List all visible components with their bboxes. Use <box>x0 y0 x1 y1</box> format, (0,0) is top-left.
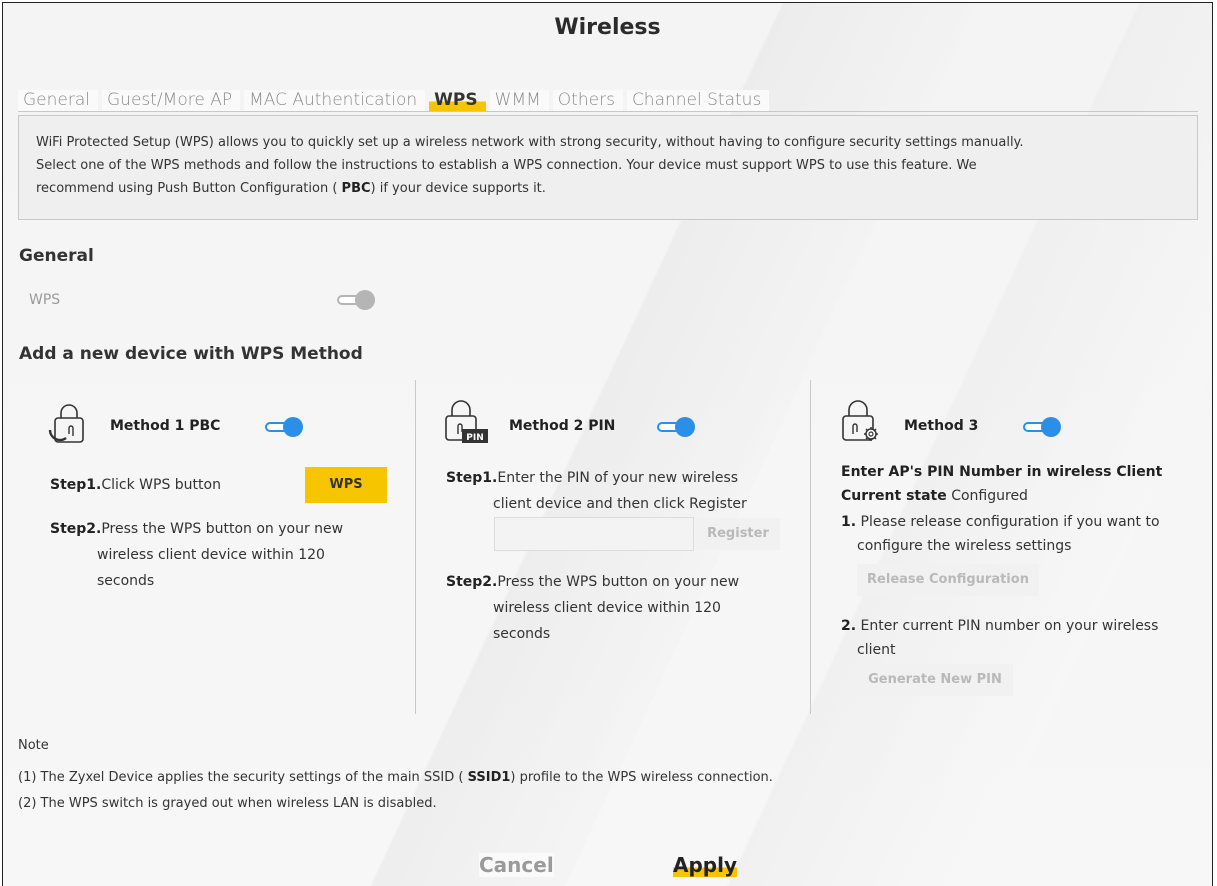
register-button[interactable]: Register <box>696 518 780 550</box>
lock-gear-icon <box>839 400 879 441</box>
method1-step2-label: Step2. <box>50 521 102 537</box>
method1-step2-line1: Press the WPS button on your new <box>101 521 344 537</box>
add-device-heading: Add a new device with WPS Method <box>19 344 363 364</box>
generate-new-pin-button[interactable]: Generate New PIN <box>857 664 1013 696</box>
method2-step1-line2: client device and then click Register <box>493 496 747 512</box>
item2-number: 2. <box>841 618 857 634</box>
description-line-3: recommend using Push Button Configuratio… <box>36 177 1181 200</box>
method3-toggle[interactable] <box>1023 417 1061 437</box>
tab-channel-status[interactable]: Channel Status <box>626 90 770 111</box>
note-2: (2) The WPS switch is grayed out when wi… <box>18 796 437 811</box>
note-1-end: ) profile to the WPS wireless connection… <box>510 770 773 785</box>
method1-toggle[interactable] <box>265 417 303 437</box>
method2-toggle-knob <box>675 417 695 437</box>
pbc-abbreviation: PBC <box>341 181 371 196</box>
lock-push-icon <box>47 404 87 444</box>
lock-pin-icon: PIN <box>444 400 488 443</box>
general-heading: General <box>19 246 94 266</box>
method1-step1-text: Click WPS button <box>101 477 221 493</box>
note-title: Note <box>18 738 49 753</box>
method1-title: Method 1 PBC <box>110 418 221 434</box>
pin-input[interactable] <box>494 517 694 551</box>
method1-step2-line2: wireless client device within 120 <box>97 547 325 563</box>
method2-step1: Step1.Enter the PIN of your new wireless… <box>446 465 796 517</box>
tab-guest-more-ap[interactable]: Guest/More AP <box>102 90 241 111</box>
description-line-3-end: ) if your device supports it. <box>370 181 546 196</box>
method2-step2-line1: Press the WPS button on your new <box>497 574 740 590</box>
note-1-text: (1) The Zyxel Device applies the securit… <box>18 770 464 785</box>
release-configuration-button[interactable]: Release Configuration <box>857 564 1039 596</box>
tab-mac-authentication[interactable]: MAC Authentication <box>244 90 426 111</box>
method3-content: Enter AP's PIN Number in wireless Client… <box>841 460 1201 558</box>
method3-toggle-knob <box>1041 417 1061 437</box>
method-divider-2 <box>810 380 811 714</box>
note-1: (1) The Zyxel Device applies the securit… <box>18 770 773 785</box>
method3-title: Method 3 <box>904 418 979 434</box>
current-state-label: Current state <box>841 488 947 504</box>
tab-wps[interactable]: WPS <box>429 90 486 111</box>
method1-step1-label: Step1. <box>50 477 102 493</box>
method1-step2-line3: seconds <box>97 573 155 589</box>
method3-heading: Enter AP's PIN Number in wireless Client <box>841 464 1163 480</box>
cancel-label: Cancel <box>479 853 554 877</box>
item1-line2: configure the wireless settings <box>857 538 1072 554</box>
method3-item2: 2. Enter current PIN number on your wire… <box>841 614 1201 662</box>
wps-description-box: WiFi Protected Setup (WPS) allows you to… <box>18 115 1198 220</box>
apply-label: Apply <box>673 853 738 877</box>
wps-button[interactable]: WPS <box>305 467 387 503</box>
tab-wmm[interactable]: WMM <box>489 90 549 111</box>
wireless-page: Wireless General Guest/More AP MAC Authe… <box>2 2 1213 886</box>
page-title: Wireless <box>554 15 661 40</box>
description-line-2: Select one of the WPS methods and follow… <box>36 158 977 173</box>
method2-step2-line2: wireless client device within 120 <box>493 600 721 616</box>
method2-step2-label: Step2. <box>446 574 498 590</box>
ssid1-label: SSID1 <box>467 770 511 785</box>
tab-general[interactable]: General <box>18 90 98 111</box>
method1-step2: Step2.Press the WPS button on your new w… <box>50 516 380 594</box>
item1-number: 1. <box>841 514 857 530</box>
pin-badge-text: PIN <box>466 433 483 443</box>
method2-title: Method 2 PIN <box>509 418 616 434</box>
method2-step1-label: Step1. <box>446 470 498 486</box>
method2-step2-line3: seconds <box>493 626 551 642</box>
description-line-3-text: recommend using Push Button Configuratio… <box>36 181 338 196</box>
method1-toggle-knob <box>283 417 303 437</box>
apply-button[interactable]: Apply <box>673 853 738 877</box>
current-state-value: Configured <box>951 488 1028 504</box>
method2-toggle[interactable] <box>657 417 695 437</box>
method-divider-1 <box>415 380 416 714</box>
tab-others[interactable]: Others <box>552 90 623 111</box>
description-line-1: WiFi Protected Setup (WPS) allows you to… <box>36 135 1024 150</box>
item2-line2: client <box>857 642 896 658</box>
method2-step1-line1: Enter the PIN of your new wireless <box>497 470 739 486</box>
wps-toggle[interactable] <box>337 290 375 310</box>
wps-toggle-knob <box>355 290 375 310</box>
method2-step2: Step2.Press the WPS button on your new w… <box>446 569 796 647</box>
item2-line1: Enter current PIN number on your wireles… <box>860 618 1159 634</box>
wps-label: WPS <box>29 292 61 308</box>
tab-bar: General Guest/More AP MAC Authentication… <box>18 89 1198 112</box>
item1-line1: Please release configuration if you want… <box>860 514 1160 530</box>
cancel-button[interactable]: Cancel <box>479 853 554 877</box>
method1-step1: Step1.Click WPS button <box>50 472 221 498</box>
